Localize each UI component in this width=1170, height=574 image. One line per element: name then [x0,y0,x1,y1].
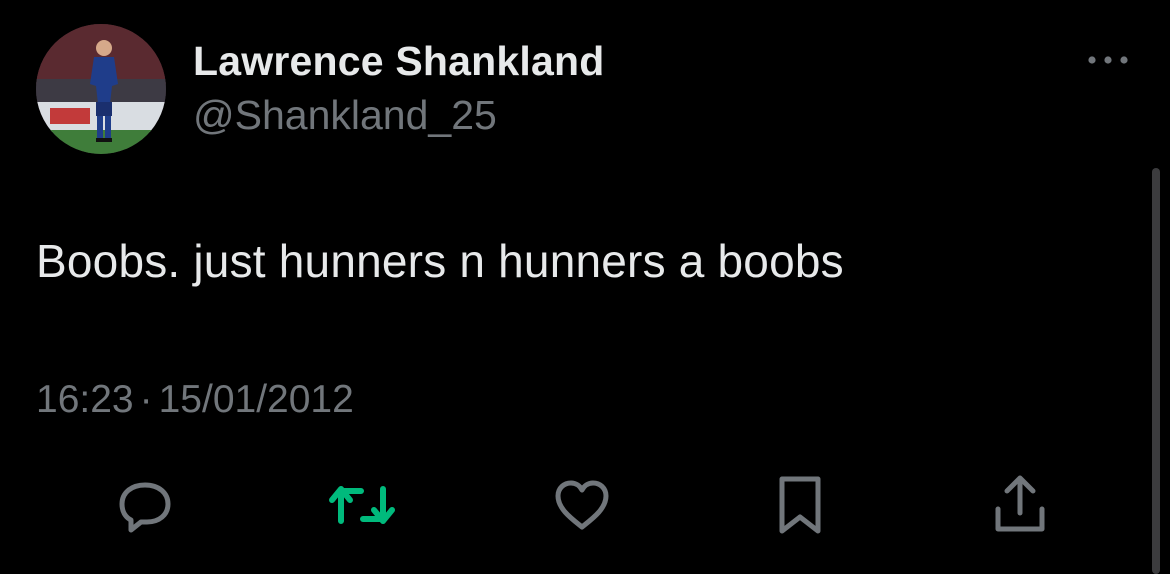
like-button[interactable] [547,470,617,540]
share-button[interactable] [985,470,1055,540]
footballer-photo-avatar-icon [36,24,166,154]
user-handle[interactable]: @Shankland_25 [193,92,497,139]
tweet-time[interactable]: 16:23 [36,378,134,421]
meta-separator: · [139,378,153,421]
heart-icon [555,480,609,530]
tweet-timestamp[interactable]: 16:23 · 15/01/2012 [36,378,354,422]
share-icon [995,475,1045,532]
more-options-icon[interactable] [1085,48,1131,72]
action-bar [0,470,1170,540]
bookmark-icon [779,476,821,534]
scrollbar[interactable] [1152,168,1160,574]
retweet-icon [329,486,395,524]
reply-button[interactable] [110,470,180,540]
reply-icon [119,482,171,533]
tweet-date[interactable]: 15/01/2012 [159,378,354,421]
retweet-button[interactable] [327,470,397,540]
bookmark-button[interactable] [765,470,835,540]
display-name[interactable]: Lawrence Shankland [193,38,604,85]
tweet-detail: Lawrence Shankland @Shankland_25 Boobs. … [0,0,1170,574]
tweet-text: Boobs. just hunners n hunners a boobs [36,235,844,287]
avatar[interactable] [36,24,166,154]
